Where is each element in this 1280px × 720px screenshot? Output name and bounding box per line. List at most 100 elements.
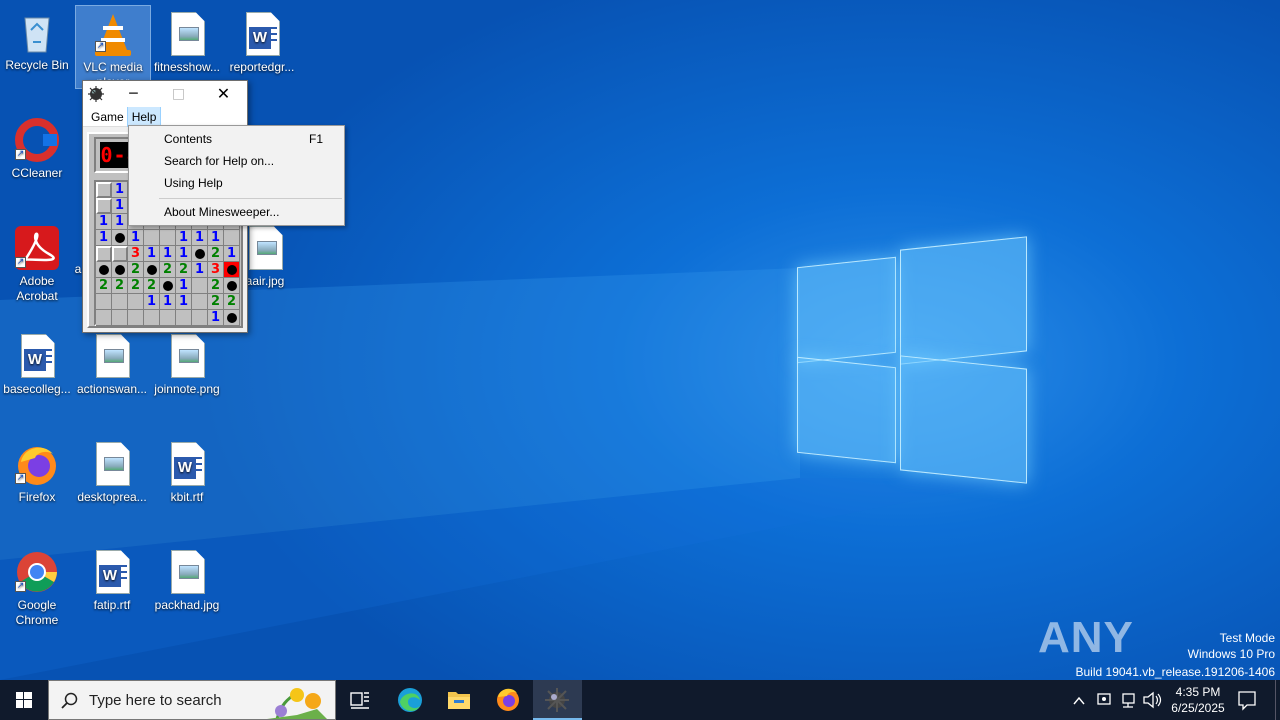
number-cell[interactable]: 1 — [176, 278, 192, 294]
menu-help[interactable]: Help — [126, 106, 162, 127]
taskbar-edge[interactable] — [386, 680, 434, 720]
action-center-button[interactable] — [1232, 680, 1262, 720]
exploded-mine-cell[interactable] — [224, 262, 240, 278]
desktop-icon-desktoprea[interactable]: desktoprea... — [75, 436, 149, 505]
word-file-icon: W — [238, 10, 286, 58]
mine-cell[interactable] — [160, 278, 176, 294]
empty-cell[interactable] — [144, 230, 160, 246]
close-button[interactable]: ✕ — [201, 81, 246, 107]
number-cell[interactable]: 1 — [128, 230, 144, 246]
number-cell[interactable]: 3 — [208, 262, 224, 278]
minesweeper-app-icon[interactable] — [88, 86, 104, 102]
empty-cell[interactable] — [176, 310, 192, 326]
show-desktop-button[interactable] — [1275, 680, 1280, 720]
menu-item-contents[interactable]: Contents F1 — [130, 128, 343, 150]
number-cell[interactable]: 1 — [176, 294, 192, 310]
desktop-icon-actionswan[interactable]: actionswan... — [75, 328, 149, 397]
number-cell[interactable]: 2 — [208, 294, 224, 310]
number-cell[interactable]: 2 — [128, 262, 144, 278]
taskbar-minesweeper[interactable] — [533, 680, 582, 720]
number-cell[interactable]: 2 — [128, 278, 144, 294]
clock[interactable]: 4:35 PM 6/25/2025 — [1166, 680, 1230, 720]
number-cell[interactable]: 2 — [112, 278, 128, 294]
mine-cell[interactable] — [224, 310, 240, 326]
desktop-icon-ccleaner[interactable]: ↗ CCleaner — [0, 112, 74, 181]
empty-cell[interactable] — [128, 310, 144, 326]
menu-game[interactable]: Game — [87, 107, 128, 126]
number-cell[interactable]: 2 — [96, 278, 112, 294]
number-cell[interactable]: 1 — [144, 246, 160, 262]
desktop-icon-basecolleg[interactable]: W basecolleg... — [0, 328, 74, 397]
empty-cell[interactable] — [160, 310, 176, 326]
number-cell[interactable]: 3 — [128, 246, 144, 262]
number-cell[interactable]: 1 — [192, 262, 208, 278]
desktop-icon-packhad[interactable]: packhad.jpg — [150, 544, 224, 613]
number-cell[interactable]: 2 — [224, 294, 240, 310]
desktop-icon-recycle-bin[interactable]: Recycle Bin — [0, 4, 74, 73]
desktop-icon-joinnote[interactable]: joinnote.png — [150, 328, 224, 397]
tray-volume[interactable] — [1141, 680, 1163, 720]
number-cell[interactable]: 2 — [144, 278, 160, 294]
tray-network[interactable] — [1117, 680, 1139, 720]
menu-item-using-help[interactable]: Using Help — [130, 172, 343, 194]
taskbar-file-explorer[interactable] — [435, 680, 483, 720]
task-view-button[interactable] — [336, 680, 384, 720]
unopened-cell[interactable] — [112, 246, 128, 262]
number-cell[interactable]: 2 — [208, 246, 224, 262]
number-cell[interactable]: 1 — [96, 230, 112, 246]
empty-cell[interactable] — [112, 294, 128, 310]
number-cell[interactable]: 1 — [112, 198, 128, 214]
number-cell[interactable]: 2 — [208, 278, 224, 294]
number-cell[interactable]: 1 — [112, 214, 128, 230]
minimize-button[interactable]: ─ — [111, 81, 156, 107]
mine-cell[interactable] — [96, 262, 112, 278]
desktop-icon-fatip[interactable]: W fatip.rtf — [75, 544, 149, 613]
menu-item-about[interactable]: About Minesweeper... — [130, 201, 343, 223]
desktop-icon-vlc[interactable]: ↗ VLC media player — [75, 5, 151, 89]
desktop-icon-adobe-acrobat[interactable]: ↗ Adobe Acrobat — [0, 220, 74, 304]
start-button[interactable] — [0, 680, 48, 720]
number-cell[interactable]: 1 — [176, 230, 192, 246]
mine-cell[interactable] — [144, 262, 160, 278]
number-cell[interactable]: 1 — [96, 214, 112, 230]
unopened-cell[interactable] — [96, 198, 112, 214]
desktop-icon-fitnesshow[interactable]: fitnesshow... — [150, 6, 224, 75]
unopened-cell[interactable] — [96, 246, 112, 262]
unopened-cell[interactable] — [96, 182, 112, 198]
desktop-icon-google-chrome[interactable]: ↗ Google Chrome — [0, 544, 74, 628]
number-cell[interactable]: 1 — [208, 310, 224, 326]
mine-cell[interactable] — [224, 278, 240, 294]
number-cell[interactable]: 1 — [160, 294, 176, 310]
empty-cell[interactable] — [160, 230, 176, 246]
number-cell[interactable]: 2 — [160, 262, 176, 278]
show-hidden-icons-button[interactable] — [1068, 680, 1090, 720]
empty-cell[interactable] — [224, 230, 240, 246]
taskbar-firefox[interactable] — [484, 680, 532, 720]
number-cell[interactable]: 1 — [192, 230, 208, 246]
search-box[interactable]: Type here to search — [48, 680, 336, 720]
number-cell[interactable]: 1 — [144, 294, 160, 310]
desktop-icon-reportedgr[interactable]: W reportedgr... — [225, 6, 299, 75]
number-cell[interactable]: 1 — [224, 246, 240, 262]
number-cell[interactable]: 1 — [112, 182, 128, 198]
mine-cell[interactable] — [112, 262, 128, 278]
mine-cell[interactable] — [192, 246, 208, 262]
title-bar[interactable]: ─ □ ✕ — [83, 81, 247, 107]
empty-cell[interactable] — [192, 294, 208, 310]
empty-cell[interactable] — [192, 310, 208, 326]
empty-cell[interactable] — [144, 310, 160, 326]
tray-defender[interactable] — [1093, 680, 1115, 720]
menu-item-search-help[interactable]: Search for Help on... — [130, 150, 343, 172]
desktop-icon-firefox[interactable]: ↗ Firefox — [0, 436, 74, 505]
empty-cell[interactable] — [192, 278, 208, 294]
empty-cell[interactable] — [96, 310, 112, 326]
number-cell[interactable]: 1 — [160, 246, 176, 262]
empty-cell[interactable] — [96, 294, 112, 310]
mine-cell[interactable] — [112, 230, 128, 246]
number-cell[interactable]: 2 — [176, 262, 192, 278]
empty-cell[interactable] — [128, 294, 144, 310]
number-cell[interactable]: 1 — [208, 230, 224, 246]
empty-cell[interactable] — [112, 310, 128, 326]
number-cell[interactable]: 1 — [176, 246, 192, 262]
desktop-icon-kbit[interactable]: W kbit.rtf — [150, 436, 224, 505]
